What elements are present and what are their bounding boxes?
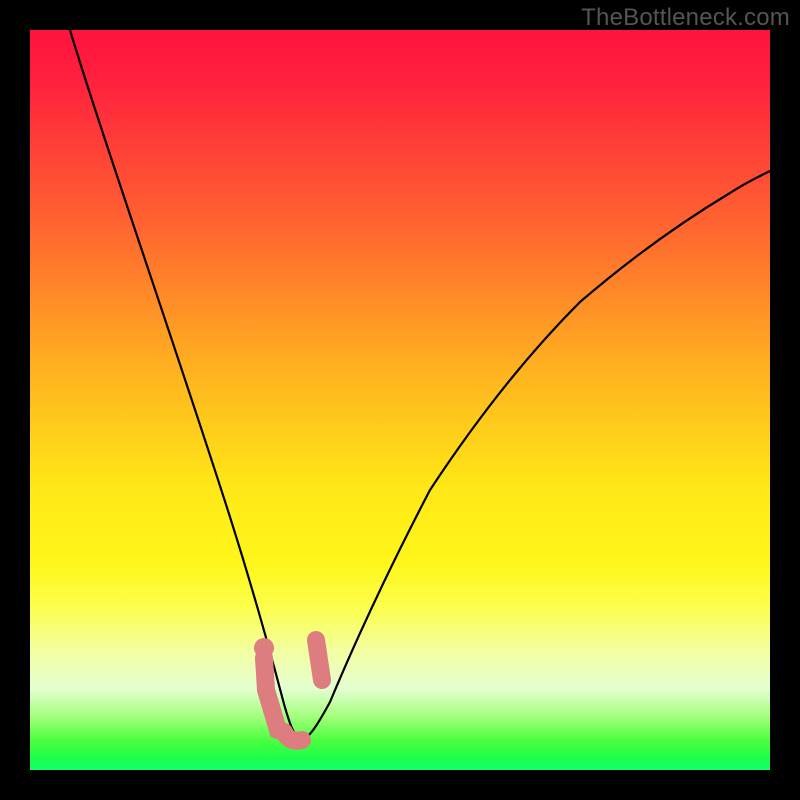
bottleneck-curve [70,30,770,740]
watermark-text: TheBottleneck.com [581,4,790,32]
chart-root: TheBottleneck.com [0,0,800,800]
marker-optimal-trough [284,732,302,741]
marker-optimal-right [316,640,322,680]
curve-svg [30,30,770,770]
plot-area [30,30,770,770]
